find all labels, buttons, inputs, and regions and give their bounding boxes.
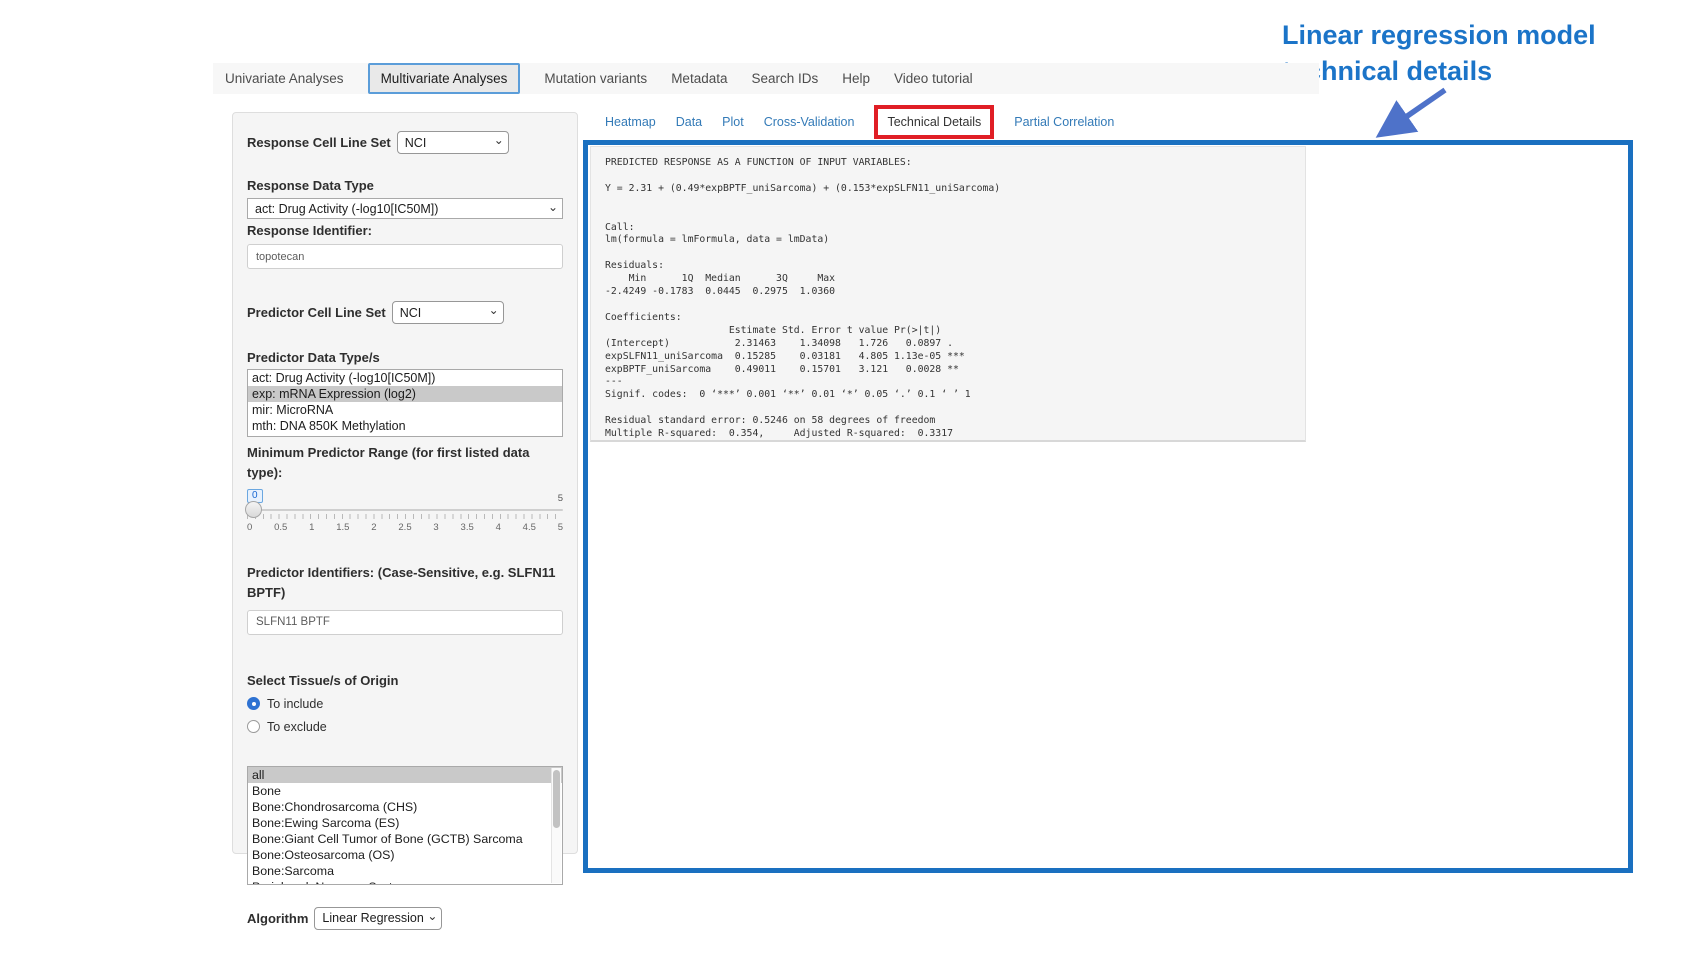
list-item[interactable]: Bone (248, 783, 562, 799)
list-item[interactable]: Bone:Chondrosarcoma (CHS) (248, 799, 562, 815)
list-item[interactable]: Bone:Sarcoma (248, 863, 562, 879)
response-data-type-value: act: Drug Activity (-log10[IC50M]) (255, 202, 438, 216)
radio-to-exclude[interactable]: To exclude (247, 720, 563, 734)
tick-label: 0 (247, 522, 252, 533)
predictor-identifiers-label: Predictor Identifiers: (Case-Sensitive, … (247, 563, 563, 603)
predictor-cell-line-set-value: NCI (400, 306, 422, 320)
list-item[interactable]: exp: mRNA Expression (log2) (248, 386, 562, 402)
tab-data[interactable]: Data (676, 115, 702, 129)
tissue-origin-listbox: all Bone Bone:Chondrosarcoma (CHS) Bone:… (247, 766, 563, 885)
tick-label: 3 (433, 522, 438, 533)
response-data-type-select[interactable]: act: Drug Activity (-log10[IC50M]) ⌄ (247, 198, 563, 219)
tab-cross-validation[interactable]: Cross-Validation (764, 115, 855, 129)
response-cell-line-set-select[interactable]: NCI ⌄ (397, 131, 509, 154)
annotation-title: Linear regression model technical detail… (1282, 18, 1672, 89)
tick-label: 2 (371, 522, 376, 533)
tick-label: 4.5 (523, 522, 536, 533)
list-item[interactable]: mir: MicroRNA (248, 402, 562, 418)
nav-tab-mutation-variants[interactable]: Mutation variants (544, 71, 647, 86)
radio-unselected-icon (247, 720, 260, 733)
algorithm-select[interactable]: Linear Regression ⌄ (314, 907, 442, 930)
chevron-down-icon: ⌄ (489, 303, 499, 317)
min-predictor-range-slider: 0 5 0 0.5 1 1.5 2 2.5 3 3.5 4 4.5 5 (247, 509, 563, 549)
chevron-down-icon: ⌄ (494, 133, 504, 147)
response-identifier-label: Response Identifier: (247, 223, 563, 238)
predictor-identifiers-input[interactable] (247, 610, 563, 635)
nav-tab-metadata[interactable]: Metadata (671, 71, 727, 86)
tab-technical-details[interactable]: Technical Details (887, 115, 981, 129)
annotation-arrow-icon (1365, 84, 1455, 142)
nav-tab-univariate-analyses[interactable]: Univariate Analyses (225, 71, 344, 86)
tick-label: 0.5 (274, 522, 287, 533)
predictor-data-types-label: Predictor Data Type/s (247, 350, 563, 365)
scrollbar-thumb[interactable] (553, 770, 560, 828)
radio-label: To include (267, 697, 323, 711)
nav-tab-help[interactable]: Help (842, 71, 870, 86)
tick-label: 3.5 (461, 522, 474, 533)
tab-heatmap[interactable]: Heatmap (605, 115, 656, 129)
tick-label: 2.5 (398, 522, 411, 533)
technical-details-output: PREDICTED RESPONSE AS A FUNCTION OF INPU… (590, 146, 1306, 442)
technical-details-highlight-box: Technical Details (874, 105, 994, 139)
nav-tab-multivariate-analyses[interactable]: Multivariate Analyses (368, 63, 521, 94)
response-cell-line-set-value: NCI (405, 136, 427, 150)
response-identifier-input[interactable] (247, 244, 563, 269)
page: Linear regression model technical detail… (0, 0, 1700, 956)
slider-tick-labels: 0 0.5 1 1.5 2 2.5 3 3.5 4 4.5 5 (247, 522, 563, 533)
tick-label: 1.5 (336, 522, 349, 533)
slider-ticks (247, 514, 563, 519)
list-item[interactable]: all (248, 767, 562, 783)
top-navigation: Univariate Analyses Multivariate Analyse… (213, 63, 1319, 94)
nav-tab-video-tutorial[interactable]: Video tutorial (894, 71, 973, 86)
radio-label: To exclude (267, 720, 327, 734)
tick-label: 5 (558, 522, 563, 533)
scrollbar[interactable] (551, 768, 561, 883)
list-item[interactable]: Bone:Giant Cell Tumor of Bone (GCTB) Sar… (248, 831, 562, 847)
slider-track[interactable] (247, 509, 563, 511)
tissue-origin-label: Select Tissue/s of Origin (247, 673, 563, 688)
predictor-cell-line-set-label: Predictor Cell Line Set (247, 305, 386, 320)
chevron-down-icon: ⌄ (548, 200, 558, 214)
response-cell-line-set-label: Response Cell Line Set (247, 135, 391, 150)
tick-label: 4 (496, 522, 501, 533)
predictor-data-types-listbox: act: Drug Activity (-log10[IC50M]) exp: … (247, 369, 563, 437)
list-item[interactable]: mth: DNA 850K Methylation (248, 418, 562, 434)
min-predictor-range-label: Minimum Predictor Range (for first liste… (247, 443, 563, 483)
list-item[interactable]: Bone:Osteosarcoma (OS) (248, 847, 562, 863)
result-tabs: Heatmap Data Plot Cross-Validation Techn… (605, 104, 1114, 140)
tab-plot[interactable]: Plot (722, 115, 744, 129)
list-item[interactable]: Peripheral_Nervous_System (248, 879, 562, 885)
radio-to-include[interactable]: To include (247, 697, 563, 711)
list-item[interactable]: act: Drug Activity (-log10[IC50M]) (248, 370, 562, 386)
algorithm-value: Linear Regression (322, 911, 423, 925)
algorithm-label: Algorithm (247, 911, 308, 926)
nav-tab-search-ids[interactable]: Search IDs (751, 71, 818, 86)
slider-max-label: 5 (558, 493, 563, 504)
analysis-settings-panel: Response Cell Line Set NCI ⌄ Response Da… (232, 112, 578, 854)
predictor-cell-line-set-select[interactable]: NCI ⌄ (392, 301, 504, 324)
list-item[interactable]: Bone:Ewing Sarcoma (ES) (248, 815, 562, 831)
tick-label: 1 (309, 522, 314, 533)
chevron-down-icon: ⌄ (427, 909, 437, 923)
radio-selected-icon (247, 697, 260, 710)
tab-partial-correlation[interactable]: Partial Correlation (1014, 115, 1114, 129)
response-data-type-label: Response Data Type (247, 178, 563, 193)
